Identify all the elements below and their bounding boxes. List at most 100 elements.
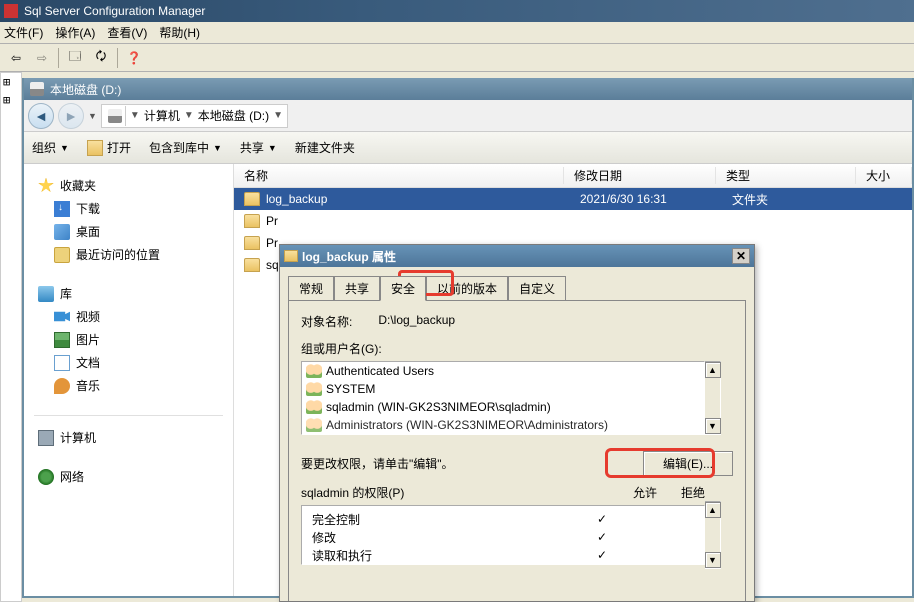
scroll-up-icon[interactable]: ▲ [705, 502, 721, 518]
forward-icon[interactable]: ⇨ [30, 46, 54, 70]
tabstrip: 常规 共享 安全 以前的版本 自定义 [280, 267, 754, 300]
list-item[interactable]: SYSTEM [302, 380, 704, 398]
properties-dialog: log_backup 属性 ✕ 常规 共享 安全 以前的版本 自定义 对象名称:… [279, 244, 755, 602]
nav-fwd-button[interactable]: ► [58, 103, 84, 129]
back-icon[interactable]: ⇦ [4, 46, 28, 70]
folder-icon [244, 258, 260, 272]
help-icon[interactable]: ❓ [122, 46, 146, 70]
list-item[interactable]: Pr [234, 210, 912, 232]
users-icon [306, 418, 322, 432]
downloads-icon [54, 201, 70, 217]
computer-icon [38, 430, 54, 446]
star-icon [38, 178, 54, 194]
sqlmgr-title: Sql Server Configuration Manager [24, 4, 205, 18]
menu-help[interactable]: 帮助(H) [159, 24, 200, 41]
open-button[interactable]: 打开 [87, 139, 131, 156]
divider [58, 48, 59, 68]
scroll-up-icon[interactable]: ▲ [705, 362, 721, 378]
col-name[interactable]: 名称 [234, 167, 564, 184]
list-item[interactable]: log_backup 2021/6/30 16:31 文件夹 [234, 188, 912, 210]
history-dropdown-icon[interactable]: ▼ [88, 111, 97, 121]
sidebar-desktop[interactable]: 桌面 [38, 220, 219, 243]
permission-list[interactable]: 完全控制✓ 修改✓ 读取和执行✓ [301, 505, 705, 565]
tab-custom[interactable]: 自定义 [508, 276, 566, 301]
console-icon[interactable]: 🗔 [63, 46, 87, 70]
dialog-titlebar[interactable]: log_backup 属性 ✕ [280, 245, 754, 267]
menu-file[interactable]: 文件(F) [4, 24, 43, 41]
breadcrumb[interactable]: ▼ 计算机 ▼ 本地磁盘 (D:) ▼ [101, 104, 288, 128]
col-date[interactable]: 修改日期 [564, 167, 716, 184]
sidebar: 收藏夹 下载 桌面 最近访问的位置 库 视频 图片 文档 音乐 计算机 网络 [24, 164, 234, 596]
recent-icon [54, 247, 70, 263]
check-icon: ✓ [572, 530, 632, 544]
tree-expand-icon[interactable]: ⊞ [1, 73, 21, 91]
perm-label: sqladmin 的权限(P) [301, 484, 404, 501]
share-button[interactable]: 共享 ▼ [240, 139, 277, 156]
desktop-icon [54, 224, 70, 240]
refresh-icon[interactable]: 🗘 [89, 46, 113, 70]
edit-button[interactable]: 编辑(E)... [643, 451, 733, 476]
sidebar-documents[interactable]: 文档 [38, 351, 219, 374]
deny-label: 拒绝 [681, 484, 705, 501]
sidebar-computer[interactable]: 计算机 [38, 426, 219, 449]
explorer-toolbar: 组织 ▼ 打开 包含到库中 ▼ 共享 ▼ 新建文件夹 [24, 132, 912, 164]
sidebar-downloads[interactable]: 下载 [38, 197, 219, 220]
object-name-value: D:\log_backup [378, 313, 455, 330]
drive-icon [30, 82, 44, 96]
explorer-nav: ◄ ► ▼ ▼ 计算机 ▼ 本地磁盘 (D:) ▼ [24, 100, 912, 132]
drive-icon [108, 109, 122, 123]
separator [34, 415, 223, 416]
sidebar-favorites[interactable]: 收藏夹 [38, 174, 219, 197]
sidebar-libraries[interactable]: 库 [38, 282, 219, 305]
scroll-down-icon[interactable]: ▼ [705, 552, 721, 568]
menu-view[interactable]: 查看(V) [107, 24, 147, 41]
bc-computer[interactable]: 计算机 [144, 107, 180, 124]
tab-previous[interactable]: 以前的版本 [426, 276, 508, 301]
network-icon [38, 469, 54, 485]
list-item[interactable]: Authenticated Users [302, 362, 704, 380]
list-item[interactable]: sqladmin (WIN-GK2S3NIMEOR\sqladmin) [302, 398, 704, 416]
folder-icon [244, 236, 260, 250]
scrollbar[interactable]: ▲ ▼ [705, 501, 721, 569]
chevron-right-icon[interactable]: ▼ [273, 110, 283, 121]
sidebar-network[interactable]: 网络 [38, 465, 219, 488]
explorer-titlebar[interactable]: 本地磁盘 (D:) [24, 78, 912, 100]
sidebar-music[interactable]: 音乐 [38, 374, 219, 397]
menu-action[interactable]: 操作(A) [55, 24, 95, 41]
sidebar-pictures[interactable]: 图片 [38, 328, 219, 351]
scrollbar[interactable]: ▲ ▼ [705, 361, 721, 435]
sqlmgr-icon [4, 4, 18, 18]
folder-icon [284, 250, 298, 262]
list-header: 名称 修改日期 类型 大小 [234, 164, 912, 188]
tab-sharing[interactable]: 共享 [334, 276, 380, 301]
sidebar-videos[interactable]: 视频 [38, 305, 219, 328]
check-icon: ✓ [572, 548, 632, 562]
check-icon: ✓ [572, 512, 632, 526]
chevron-down-icon[interactable]: ▼ [130, 110, 140, 121]
tab-panel-security: 对象名称: D:\log_backup 组或用户名(G): Authentica… [288, 300, 746, 602]
sidebar-recent[interactable]: 最近访问的位置 [38, 243, 219, 266]
user-icon [306, 400, 322, 414]
explorer-title-text: 本地磁盘 (D:) [50, 81, 121, 98]
tab-security[interactable]: 安全 [380, 276, 426, 301]
object-name-label: 对象名称: [301, 313, 352, 330]
list-item[interactable]: Administrators (WIN-GK2S3NIMEOR\Administ… [302, 416, 704, 434]
group-user-list[interactable]: Authenticated Users SYSTEM sqladmin (WIN… [301, 361, 705, 435]
organize-button[interactable]: 组织 ▼ [32, 139, 69, 156]
scroll-down-icon[interactable]: ▼ [705, 418, 721, 434]
col-size[interactable]: 大小 [856, 167, 912, 184]
col-type[interactable]: 类型 [716, 167, 856, 184]
folder-icon [244, 214, 260, 228]
perm-row: 修改✓ [302, 528, 704, 546]
users-icon [306, 364, 322, 378]
library-icon [38, 286, 54, 302]
close-button[interactable]: ✕ [732, 248, 750, 264]
sqlmgr-menubar: 文件(F) 操作(A) 查看(V) 帮助(H) [0, 22, 914, 44]
chevron-right-icon[interactable]: ▼ [184, 110, 194, 121]
tab-general[interactable]: 常规 [288, 276, 334, 301]
bc-drive[interactable]: 本地磁盘 (D:) [198, 107, 269, 124]
include-library-button[interactable]: 包含到库中 ▼ [149, 139, 222, 156]
tree-expand-icon[interactable]: ⊞ [1, 91, 21, 109]
nav-back-button[interactable]: ◄ [28, 103, 54, 129]
new-folder-button[interactable]: 新建文件夹 [295, 139, 355, 156]
